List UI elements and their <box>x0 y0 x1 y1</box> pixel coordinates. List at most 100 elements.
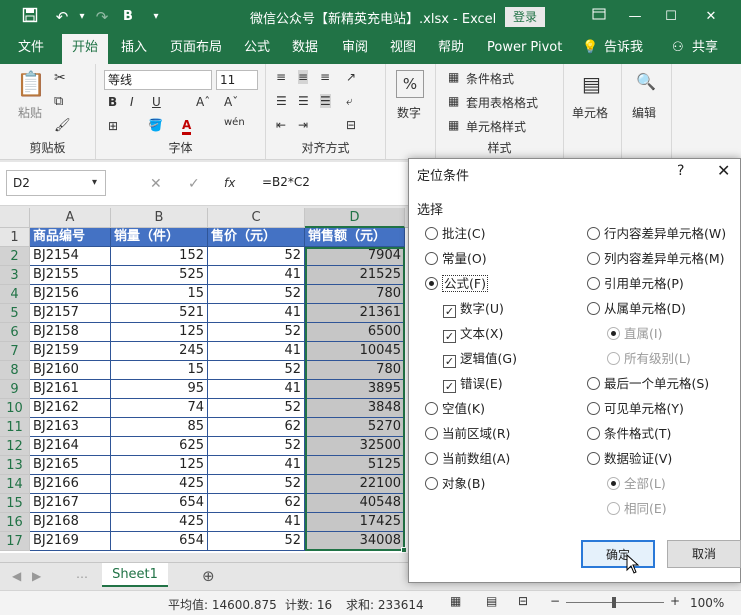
table-cell[interactable]: BJ2164 <box>30 437 111 456</box>
table-cell[interactable]: 52 <box>208 285 305 304</box>
tab-help[interactable]: 帮助 <box>438 34 464 64</box>
radio-option[interactable]: 常量(O) <box>425 250 487 268</box>
checkbox-option[interactable]: ✓ 文本(X) <box>443 325 503 343</box>
column-header-b[interactable]: B <box>111 208 208 228</box>
maximize-icon[interactable]: ☐ <box>660 7 682 27</box>
middle-align-icon[interactable]: ≡ <box>298 70 309 84</box>
radio-option[interactable]: 空值(K) <box>425 400 485 418</box>
row-header[interactable]: 11 <box>0 418 30 437</box>
table-cell[interactable]: 17425 <box>305 513 405 532</box>
table-cell[interactable]: BJ2162 <box>30 399 111 418</box>
table-cell[interactable]: 152 <box>111 247 208 266</box>
conditional-format-icon[interactable]: ▦ <box>448 70 459 84</box>
fill-handle[interactable] <box>401 547 407 553</box>
tab-formulas[interactable]: 公式 <box>244 34 270 64</box>
radio-option[interactable]: 批注(C) <box>425 225 485 243</box>
table-cell[interactable]: 7904 <box>305 247 405 266</box>
radio-option[interactable]: 引用单元格(P) <box>587 275 684 293</box>
radio-option[interactable]: 当前数组(A) <box>425 450 510 468</box>
login-button[interactable]: 登录 <box>505 7 545 27</box>
page-break-view-icon[interactable]: ⊟ <box>518 594 528 608</box>
row-header[interactable]: 8 <box>0 361 30 380</box>
table-cell[interactable]: 625 <box>111 437 208 456</box>
increase-font-icon[interactable]: Aˆ <box>196 95 210 109</box>
enter-icon[interactable]: ✓ <box>188 176 200 192</box>
save-icon[interactable] <box>20 7 40 28</box>
table-cell[interactable]: 41 <box>208 380 305 399</box>
more-sheets-icon[interactable]: … <box>76 567 88 581</box>
table-cell[interactable]: 41 <box>208 304 305 323</box>
copy-icon[interactable]: ⧉ <box>54 94 63 109</box>
table-cell[interactable]: BJ2154 <box>30 247 111 266</box>
editing-button[interactable]: 编辑 <box>632 104 656 121</box>
table-cell[interactable]: 3848 <box>305 399 405 418</box>
share-button[interactable]: 共享 <box>692 34 718 64</box>
table-cell[interactable]: 52 <box>208 247 305 266</box>
row-header[interactable]: 10 <box>0 399 30 418</box>
header-cell[interactable]: 销量（件） <box>111 228 208 247</box>
top-align-icon[interactable]: ≡ <box>276 70 286 84</box>
row-header[interactable]: 12 <box>0 437 30 456</box>
row-header[interactable]: 3 <box>0 266 30 285</box>
table-cell[interactable]: BJ2165 <box>30 456 111 475</box>
table-cell[interactable]: 41 <box>208 456 305 475</box>
table-cell[interactable]: 62 <box>208 418 305 437</box>
radio-option[interactable]: 当前区域(R) <box>425 425 510 443</box>
checkbox-option[interactable]: ✓ 错误(E) <box>443 375 503 393</box>
table-cell[interactable]: 525 <box>111 266 208 285</box>
table-cell[interactable]: 21361 <box>305 304 405 323</box>
table-cell[interactable]: 245 <box>111 342 208 361</box>
undo-icon[interactable]: ↶ <box>52 7 72 27</box>
cell-styles-button[interactable]: 单元格样式 <box>466 118 526 135</box>
table-cell[interactable]: 62 <box>208 494 305 513</box>
row-header[interactable]: 15 <box>0 494 30 513</box>
table-cell[interactable]: 52 <box>208 475 305 494</box>
header-cell[interactable]: 销售额（元） <box>305 228 405 247</box>
redo-icon[interactable]: ↷ <box>92 7 112 27</box>
tab-review[interactable]: 审阅 <box>342 34 368 64</box>
cells-button[interactable]: 单元格 <box>572 104 608 121</box>
table-cell[interactable]: 780 <box>305 361 405 380</box>
wrap-text-icon[interactable]: ⤶ <box>346 94 353 109</box>
radio-option[interactable]: 可见单元格(Y) <box>587 400 684 418</box>
table-cell[interactable]: 41 <box>208 266 305 285</box>
radio-option[interactable]: 数据验证(V) <box>587 450 672 468</box>
table-cell[interactable]: 52 <box>208 532 305 551</box>
zoom-level[interactable]: 100% <box>690 596 724 610</box>
radio-option[interactable]: 列内容差异单元格(M) <box>587 250 725 268</box>
table-cell[interactable]: 15 <box>111 361 208 380</box>
tab-home[interactable]: 开始 <box>62 34 108 64</box>
table-cell[interactable]: 654 <box>111 532 208 551</box>
table-cell[interactable]: 125 <box>111 323 208 342</box>
borders-icon[interactable]: ⊞ <box>108 119 118 133</box>
percent-icon[interactable]: % <box>396 70 424 98</box>
page-layout-view-icon[interactable]: ▤ <box>486 594 497 608</box>
spreadsheet-grid[interactable]: A B C D 1 商品编号 销量（件） 售价（元） 销售额（元） 2 BJ2154 152 5… <box>0 208 410 553</box>
row-header[interactable]: 16 <box>0 513 30 532</box>
number-format-button[interactable]: 数字 <box>397 104 421 121</box>
column-header-c[interactable]: C <box>208 208 305 228</box>
cut-icon[interactable]: ✂ <box>54 70 66 86</box>
find-icon[interactable]: 🔍 <box>636 72 656 91</box>
row-header[interactable]: 7 <box>0 342 30 361</box>
tab-data[interactable]: 数据 <box>292 34 318 64</box>
tab-page-layout[interactable]: 页面布局 <box>170 34 222 64</box>
table-cell[interactable]: 425 <box>111 475 208 494</box>
select-all-corner[interactable] <box>0 208 30 228</box>
merge-center-icon[interactable]: ⊟ <box>346 118 356 132</box>
radio-option[interactable]: 从属单元格(D) <box>587 300 686 318</box>
fill-color-icon[interactable]: 🪣 <box>148 118 163 132</box>
formula-input[interactable]: =B2*C2 <box>252 170 412 196</box>
table-cell[interactable]: BJ2157 <box>30 304 111 323</box>
sheet-tab-sheet1[interactable]: Sheet1 <box>102 563 168 587</box>
table-cell[interactable]: BJ2156 <box>30 285 111 304</box>
table-cell[interactable]: 52 <box>208 399 305 418</box>
table-cell[interactable]: 95 <box>111 380 208 399</box>
row-header[interactable]: 5 <box>0 304 30 323</box>
orientation-icon[interactable]: ↗ <box>346 70 356 84</box>
table-cell[interactable]: 22100 <box>305 475 405 494</box>
table-format-button[interactable]: 套用表格格式 <box>466 94 538 111</box>
align-center-icon[interactable]: ☰ <box>298 94 309 108</box>
font-color-icon[interactable]: A <box>182 118 192 135</box>
radio-option[interactable]: 对象(B) <box>425 475 485 493</box>
